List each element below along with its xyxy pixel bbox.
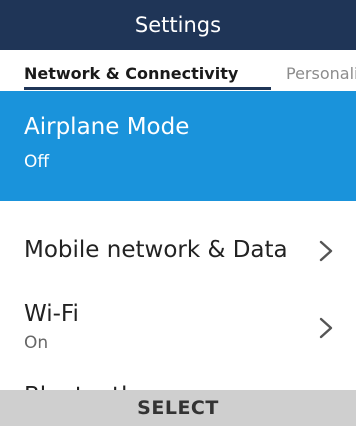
chevron-right-icon <box>319 317 333 339</box>
chevron-right-icon <box>319 240 333 262</box>
active-tab-indicator <box>24 87 271 90</box>
list-item-label: Wi-Fi <box>24 301 79 327</box>
list-item-mobile-network-data[interactable]: Mobile network & Data <box>0 201 356 294</box>
select-softkey[interactable]: SELECT <box>0 390 356 426</box>
tab-network-connectivity[interactable]: Network & Connectivity <box>24 64 238 84</box>
list-item-value: On <box>24 333 49 353</box>
list-item-label: Mobile network & Data <box>24 237 288 263</box>
list-item-value: Off <box>24 152 50 172</box>
page-title: Settings <box>0 0 356 50</box>
list-item-wi-fi[interactable]: Wi-Fi On <box>0 294 356 382</box>
settings-list: Airplane Mode Off Mobile network & Data … <box>0 91 356 412</box>
tab-personalization[interactable]: Personalization <box>286 64 356 84</box>
list-item-airplane-mode[interactable]: Airplane Mode Off <box>0 91 356 201</box>
list-item-label: Airplane Mode <box>24 114 190 140</box>
tab-bar: Network & Connectivity Personalization <box>0 50 356 91</box>
